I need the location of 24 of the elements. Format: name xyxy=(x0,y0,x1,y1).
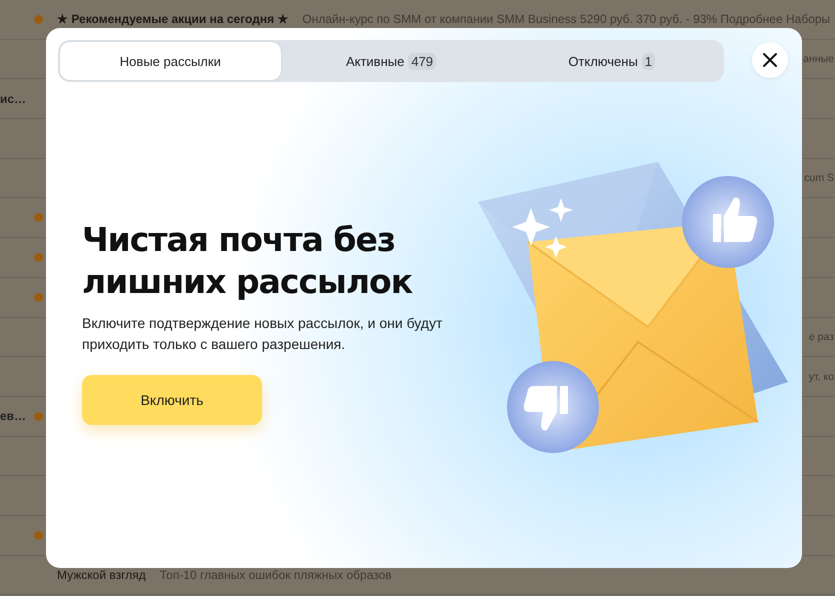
unread-dot[interactable] xyxy=(34,252,43,262)
sender-name: ев… xyxy=(0,409,28,424)
close-button[interactable] xyxy=(752,42,788,78)
message-snippet: Топ-10 главных ошибок пляжных образов xyxy=(160,568,392,582)
sender-name: Мужской взгляд xyxy=(57,568,146,582)
unread-dot[interactable] xyxy=(34,213,43,222)
unread-dot[interactable] xyxy=(34,292,43,302)
unread-dot[interactable] xyxy=(34,14,43,24)
promo-heading: Чистая почта без лишних рассылок xyxy=(82,219,414,303)
message-snippet: ут, ко xyxy=(808,370,835,383)
unread-dot[interactable] xyxy=(34,530,43,540)
sender-name: ★ Рекомендуемые акции на сегодня ★ xyxy=(57,12,288,26)
tab[interactable]: Активные 479 xyxy=(280,42,502,80)
promo-description: Включите подтверждение новых рассылок, и они будут приходить только с вашего разрешения. xyxy=(82,314,444,354)
unread-dot[interactable] xyxy=(34,412,43,421)
enable-button[interactable]: Включить xyxy=(82,375,262,425)
tab[interactable]: Новые рассылки xyxy=(60,42,281,80)
tab[interactable]: Отключены 1 xyxy=(501,42,722,80)
close-icon xyxy=(762,52,778,68)
sender-name: ис… xyxy=(0,92,28,106)
message-snippet: е раз xyxy=(808,330,835,343)
message-snippet: cum S xyxy=(804,172,835,184)
message-snippet: Онлайн-курс по SMM от компании SMM Business 5290 руб. 370 руб. - 93% Подробнее Наборы xyxy=(302,12,830,26)
message-snippet: анные xyxy=(803,53,835,66)
